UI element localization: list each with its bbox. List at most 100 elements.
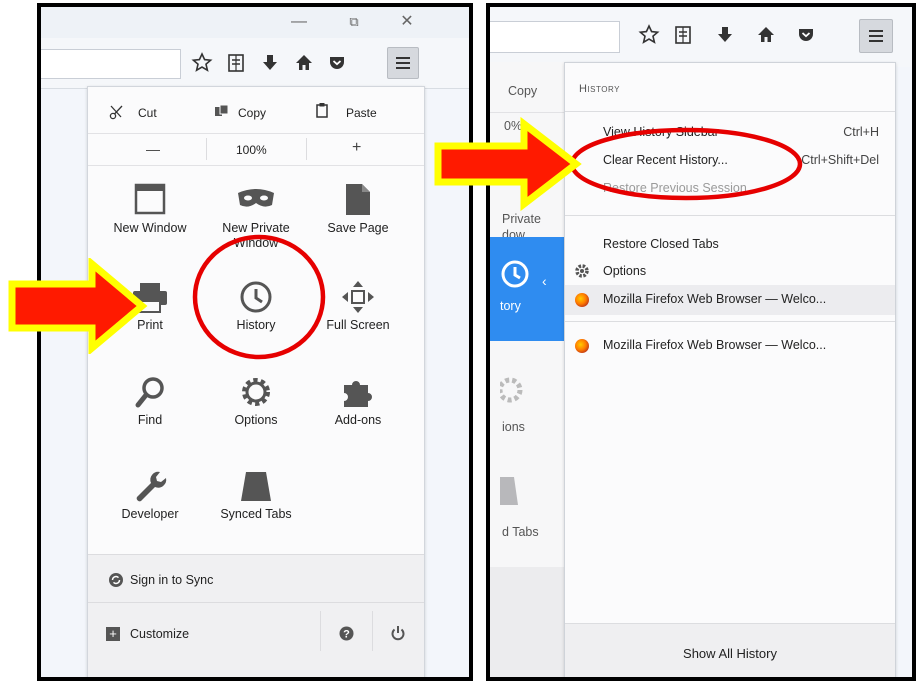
zoom-out-button[interactable]: — xyxy=(146,141,160,157)
pocket-icon[interactable] xyxy=(793,22,819,48)
synced-tabs-icon xyxy=(500,477,518,505)
download-icon[interactable] xyxy=(712,22,738,48)
home-icon[interactable] xyxy=(291,50,317,76)
save-page-icon xyxy=(346,184,370,215)
bookmark-star-icon[interactable] xyxy=(636,22,662,48)
home-icon[interactable] xyxy=(753,22,779,48)
history-entry-label: Mozilla Firefox Web Browser — Welco... xyxy=(603,338,827,352)
bookmark-star-icon[interactable] xyxy=(189,50,215,76)
divider xyxy=(88,165,424,166)
print-button[interactable]: Print xyxy=(100,280,200,333)
bg-options-label: ions xyxy=(502,420,525,434)
new-window-label: New Window xyxy=(113,221,187,235)
customize-button[interactable]: Customize xyxy=(130,627,189,641)
bg-copy-label: Copy xyxy=(508,84,538,98)
printer-icon xyxy=(133,283,167,313)
gear-icon xyxy=(500,377,523,403)
divider xyxy=(490,112,564,113)
full-screen-label: Full Screen xyxy=(326,318,390,332)
chevron-left-icon: ‹ xyxy=(542,273,547,289)
main-menu-footer xyxy=(490,567,564,677)
minimize-button[interactable]: — xyxy=(283,11,315,33)
gear-icon xyxy=(575,264,589,278)
add-ons-button[interactable]: Add-ons xyxy=(308,375,408,428)
synced-tabs-icon xyxy=(241,472,271,501)
customize-row: + Customize ? xyxy=(88,602,424,677)
divider xyxy=(565,215,895,216)
synced-tabs-label: Synced Tabs xyxy=(220,507,292,521)
bookmarks-menu-icon[interactable] xyxy=(670,22,696,48)
new-private-window-button[interactable]: New Private Window xyxy=(206,183,306,251)
show-all-history-button[interactable]: Show All History xyxy=(565,623,895,677)
sync-icon xyxy=(109,573,123,587)
bookmarks-menu-icon[interactable] xyxy=(223,50,249,76)
gear-icon xyxy=(242,378,270,406)
download-icon[interactable] xyxy=(257,50,283,76)
options-button[interactable]: Options xyxy=(206,375,306,428)
copy-button[interactable]: Copy xyxy=(238,106,266,120)
bg-zoom-label: 0% xyxy=(504,119,523,133)
sign-in-row[interactable]: Sign in to Sync xyxy=(88,554,424,603)
history-button[interactable]: History xyxy=(206,280,306,333)
magnifier-icon xyxy=(135,377,164,408)
recent-tab-item[interactable]: Mozilla Firefox Web Browser — Welco... xyxy=(565,285,895,315)
restore-button[interactable]: ⧉ xyxy=(338,11,370,33)
history-panel-heading: History xyxy=(579,83,620,95)
url-bar[interactable] xyxy=(41,49,181,79)
copy-icon xyxy=(214,104,230,118)
power-icon[interactable] xyxy=(390,625,406,641)
bg-history-label: tory xyxy=(500,299,521,313)
options-item[interactable]: Options xyxy=(565,257,895,285)
options-label: Options xyxy=(603,264,647,278)
url-bar[interactable] xyxy=(490,21,620,53)
clear-recent-history-item[interactable]: Clear Recent History... Ctrl+Shift+Del xyxy=(565,146,895,174)
divider xyxy=(320,611,321,651)
open-menu-button[interactable] xyxy=(387,47,419,79)
history-button-selected[interactable]: ‹ tory xyxy=(490,237,564,341)
open-menu-button[interactable] xyxy=(859,19,893,53)
restore-previous-session-label: Restore Previous Session xyxy=(603,181,747,195)
options-label: Options xyxy=(234,413,278,427)
pocket-icon[interactable] xyxy=(324,50,350,76)
view-history-sidebar-item[interactable]: View History Sidebar Ctrl+H xyxy=(565,118,895,146)
view-history-sidebar-shortcut: Ctrl+H xyxy=(843,125,879,139)
divider xyxy=(306,138,307,160)
save-page-button[interactable]: Save Page xyxy=(308,183,408,236)
hamburger-icon xyxy=(869,30,883,42)
sign-in-label: Sign in to Sync xyxy=(130,573,214,587)
zoom-in-button[interactable]: + xyxy=(352,139,361,157)
restore-previous-session-item[interactable]: Restore Previous Session xyxy=(565,174,895,202)
find-button[interactable]: Find xyxy=(100,375,200,428)
developer-label: Developer xyxy=(121,507,179,521)
left-firefox-window: — ⧉ ✕ Cut Copy Paste — 100% + New Window… xyxy=(37,3,473,681)
developer-button[interactable]: Developer xyxy=(100,469,200,522)
add-ons-label: Add-ons xyxy=(334,413,382,427)
bg-synced-label: d Tabs xyxy=(502,525,539,539)
scissors-icon xyxy=(108,104,128,120)
divider xyxy=(372,611,373,651)
mask-icon xyxy=(238,189,274,207)
firefox-logo-icon xyxy=(575,339,589,353)
puzzle-piece-icon xyxy=(344,381,372,407)
help-icon[interactable]: ? xyxy=(339,626,354,641)
cut-button[interactable]: Cut xyxy=(138,106,157,120)
synced-tabs-button[interactable]: Synced Tabs xyxy=(206,469,306,522)
new-window-button[interactable]: New Window xyxy=(100,183,200,236)
divider xyxy=(565,111,895,112)
full-screen-button[interactable]: Full Screen xyxy=(308,280,408,333)
clock-icon xyxy=(240,281,272,313)
right-firefox-window: Copy 0% Private dow ‹ tory ions d Tabs H… xyxy=(486,3,916,681)
bg-private-label: Private xyxy=(502,212,541,226)
divider xyxy=(565,321,895,322)
full-screen-icon xyxy=(342,281,374,313)
show-all-history-label: Show All History xyxy=(683,646,777,661)
zoom-reset-button[interactable]: 100% xyxy=(236,143,267,157)
recent-tab-label: Mozilla Firefox Web Browser — Welco... xyxy=(603,292,827,306)
close-button[interactable]: ✕ xyxy=(391,11,423,33)
history-entry-item[interactable]: Mozilla Firefox Web Browser — Welco... xyxy=(565,331,895,359)
clear-recent-history-shortcut: Ctrl+Shift+Del xyxy=(801,153,879,167)
paste-icon xyxy=(314,102,330,118)
restore-closed-tabs-item[interactable]: Restore Closed Tabs xyxy=(565,230,895,258)
paste-button[interactable]: Paste xyxy=(346,106,377,120)
find-label: Find xyxy=(137,413,163,427)
